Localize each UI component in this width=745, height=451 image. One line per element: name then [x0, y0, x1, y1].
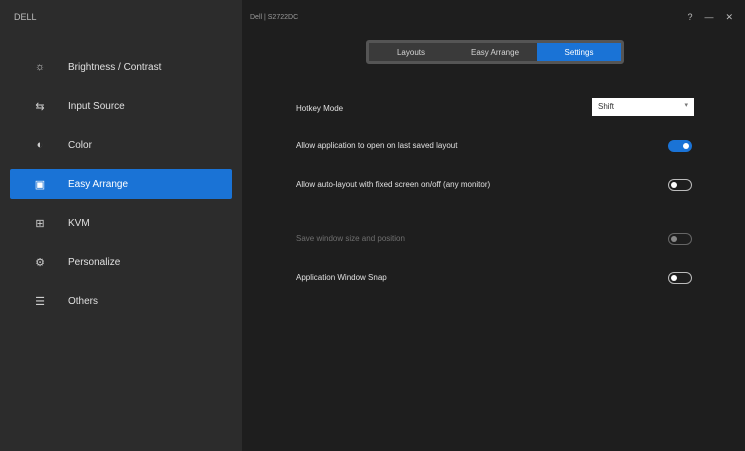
tab-layouts[interactable]: Layouts — [369, 43, 453, 61]
hotkey-value: Shift — [598, 102, 615, 111]
sidebar: DELL ☼ Brightness / Contrast ⇆ Input Sou… — [0, 0, 242, 451]
setting-row-window-snap: Application Window Snap — [296, 272, 696, 287]
hotkey-label: Hotkey Mode — [296, 104, 344, 113]
chevron-down-icon: ▾ — [684, 102, 688, 109]
main-panel: Dell | S2722DC ? — ✕ Layouts Easy Arrang… — [242, 0, 745, 451]
tab-settings[interactable]: Settings — [537, 43, 621, 61]
monitor-title: Dell | S2722DC — [250, 14, 299, 21]
input-source-icon: ⇆ — [35, 100, 45, 113]
toggle-knob — [683, 143, 689, 149]
toggle-open-last-layout[interactable] — [668, 140, 692, 152]
setting-row-save-window: Save window size and position — [296, 233, 696, 248]
setting-row-open-last-layout: Allow application to open on last saved … — [296, 140, 696, 155]
sidebar-item-personalize[interactable]: ⚙ Personalize — [10, 247, 232, 277]
sidebar-item-label: Color — [68, 139, 92, 151]
sidebar-item-color[interactable]: ◐ Color — [10, 130, 232, 160]
settings-panel: Hotkey Mode Shift ▾ Allow application to… — [296, 98, 696, 287]
setting-label: Allow auto-layout with fixed screen on/o… — [296, 180, 491, 189]
sidebar-item-label: Personalize — [68, 256, 121, 268]
others-icon: ☰ — [35, 295, 45, 308]
sidebar-item-label: Easy Arrange — [68, 178, 129, 190]
tab-easy-arrange[interactable]: Easy Arrange — [453, 43, 537, 61]
close-icon[interactable]: ✕ — [725, 12, 733, 23]
toggle-window-snap[interactable] — [668, 272, 692, 284]
setting-label: Allow application to open on last saved … — [296, 141, 458, 150]
setting-row-auto-layout: Allow auto-layout with fixed screen on/o… — [296, 179, 696, 194]
help-icon[interactable]: ? — [687, 12, 692, 23]
sidebar-item-input-source[interactable]: ⇆ Input Source — [10, 91, 232, 121]
hotkey-row: Hotkey Mode Shift ▾ — [296, 98, 696, 118]
sidebar-item-label: Brightness / Contrast — [68, 61, 162, 73]
sidebar-item-easy-arrange[interactable]: ▣ Easy Arrange — [10, 169, 232, 199]
minimize-icon[interactable]: — — [704, 12, 713, 23]
toggle-auto-layout[interactable] — [668, 179, 692, 191]
setting-label: Save window size and position — [296, 234, 405, 243]
sidebar-nav: ☼ Brightness / Contrast ⇆ Input Source ◐… — [10, 52, 232, 325]
toggle-knob — [671, 236, 677, 242]
setting-label: Application Window Snap — [296, 273, 387, 282]
toggle-knob — [671, 275, 677, 281]
tab-bar: Layouts Easy Arrange Settings — [366, 40, 624, 64]
kvm-icon: ⊞ — [35, 217, 45, 230]
hotkey-select[interactable]: Shift ▾ — [592, 98, 694, 116]
toggle-save-window[interactable] — [668, 233, 692, 245]
brightness-icon: ☼ — [34, 61, 46, 73]
app-logo: DELL — [14, 12, 37, 22]
toggle-knob — [671, 182, 677, 188]
color-icon: ◐ — [36, 139, 44, 151]
sidebar-item-label: KVM — [68, 217, 90, 229]
easy-arrange-icon: ▣ — [34, 178, 46, 191]
sidebar-item-label: Input Source — [68, 100, 125, 112]
app-window: DELL ☼ Brightness / Contrast ⇆ Input Sou… — [0, 0, 745, 451]
sidebar-item-others[interactable]: ☰ Others — [10, 286, 232, 316]
sidebar-item-brightness-contrast[interactable]: ☼ Brightness / Contrast — [10, 52, 232, 82]
personalize-icon: ⚙ — [35, 256, 45, 269]
window-controls: ? — ✕ — [687, 12, 733, 23]
sidebar-item-kvm[interactable]: ⊞ KVM — [10, 208, 232, 238]
sidebar-item-label: Others — [68, 295, 99, 307]
